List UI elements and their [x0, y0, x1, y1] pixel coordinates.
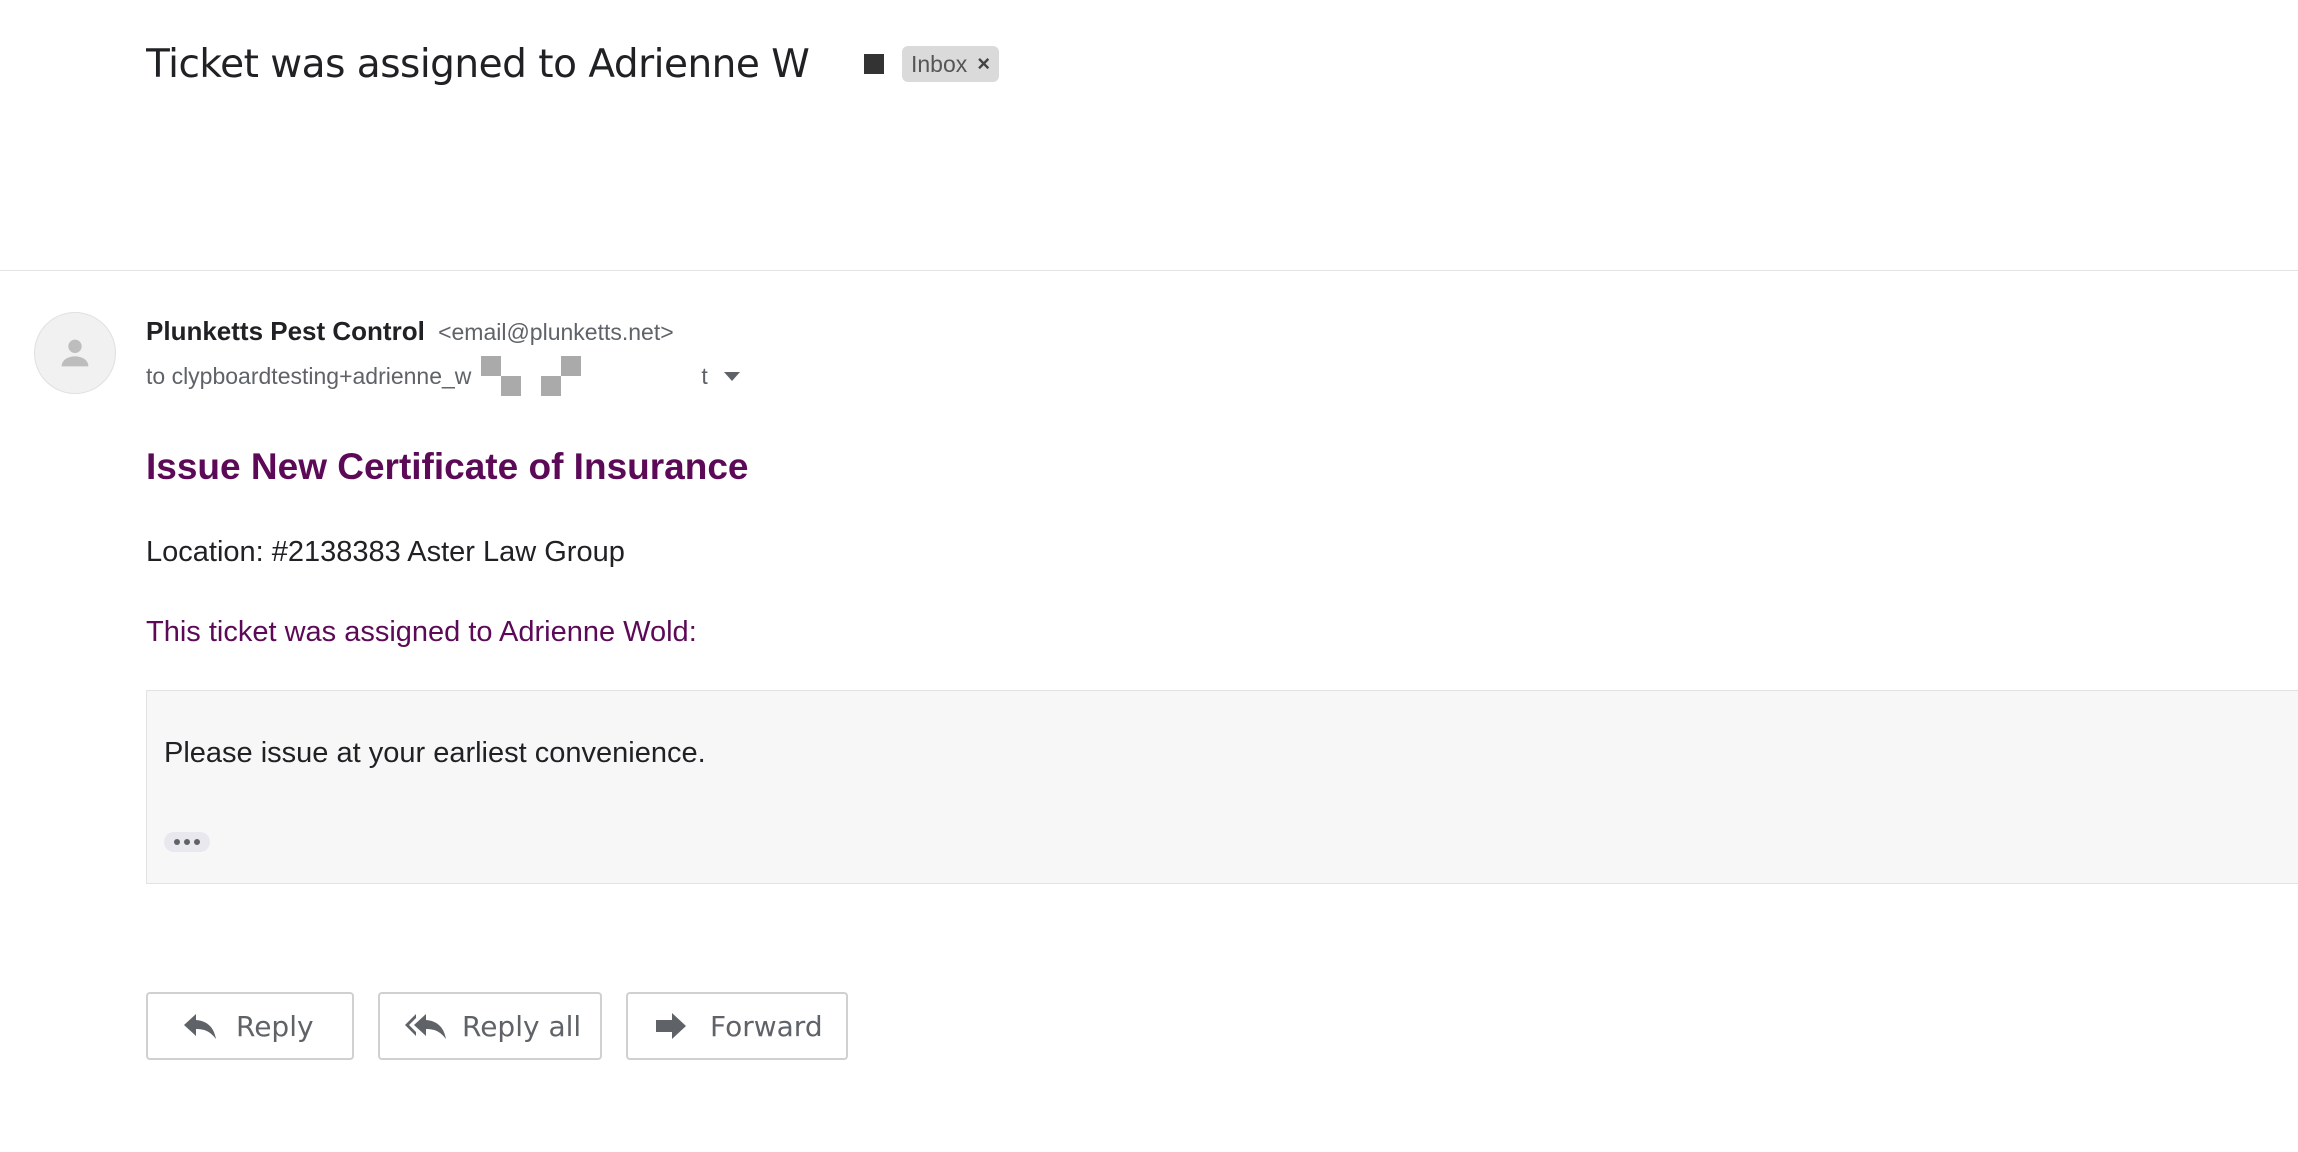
recipient-text: to clypboardtesting+adrienne_w — [146, 362, 472, 389]
reply-all-icon — [404, 1011, 448, 1041]
recipient-tail: t — [701, 362, 708, 389]
reply-button[interactable]: Reply — [146, 992, 354, 1060]
redaction-mark — [864, 54, 884, 74]
header-divider — [0, 270, 2298, 271]
quote-box: Please issue at your earliest convenienc… — [146, 690, 2298, 884]
sender-line: Plunketts Pest Control <email@plunketts.… — [146, 316, 674, 347]
forward-button[interactable]: Forward — [626, 992, 848, 1060]
sender-name[interactable]: Plunketts Pest Control — [146, 316, 425, 346]
forward-label: Forward — [710, 1009, 823, 1043]
subject-row: Ticket was assigned to Adrienne W Inbox … — [146, 34, 1000, 94]
remove-label-icon[interactable]: × — [977, 51, 990, 77]
reply-icon — [182, 1011, 220, 1041]
person-icon — [61, 339, 89, 367]
inbox-label-chip[interactable]: Inbox × — [902, 46, 1000, 82]
recipient-line: to clypboardtesting+adrienne_w t — [146, 356, 740, 396]
reply-all-button[interactable]: Reply all — [378, 992, 602, 1060]
recipient-redaction — [477, 356, 701, 396]
reply-label: Reply — [236, 1009, 314, 1043]
quote-text: Please issue at your earliest convenienc… — [164, 737, 706, 769]
body-heading: Issue New Certificate of Insurance — [146, 446, 749, 487]
reply-all-label: Reply all — [462, 1009, 582, 1043]
avatar[interactable] — [34, 312, 116, 394]
assigned-text: This ticket was assigned to Adrienne Wol… — [146, 616, 697, 648]
more-icon[interactable] — [164, 832, 210, 852]
chevron-down-icon[interactable] — [723, 371, 740, 381]
sender-email: <email@plunketts.net> — [438, 319, 674, 345]
email-subject: Ticket was assigned to Adrienne W — [146, 41, 810, 87]
label-text: Inbox — [911, 50, 968, 77]
location-text: Location: #2138383 Aster Law Group — [146, 536, 625, 568]
forward-icon — [654, 1011, 692, 1041]
